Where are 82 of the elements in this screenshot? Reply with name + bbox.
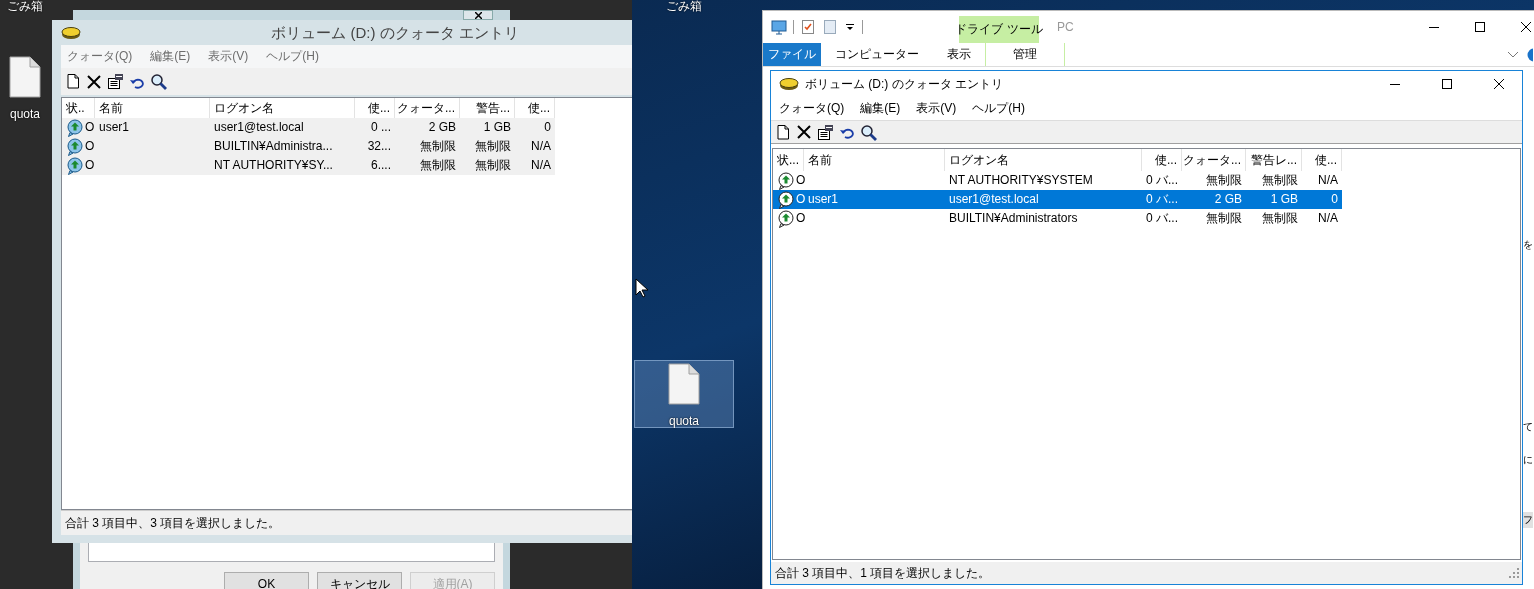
table-cell-text: 0	[1330, 191, 1339, 209]
table-row[interactable]: O user1 user1@test.local 0 ... 2 GB 1 GB 0	[62, 118, 555, 137]
menu-item[interactable]: ヘルプ(H)	[266, 49, 319, 64]
column-header[interactable]: クォータ...	[1182, 149, 1246, 171]
icon-label: ごみ箱	[7, 0, 43, 13]
menu-item[interactable]: 表示(V)	[916, 101, 957, 116]
menu-item[interactable]: クォータ(Q)	[67, 49, 133, 64]
menu-item[interactable]: 編集(E)	[860, 101, 901, 116]
table-cell: O	[796, 173, 806, 188]
ribbon-tab[interactable]: コンピューター	[821, 43, 933, 66]
column-header[interactable]: 警告レ...	[1246, 149, 1302, 171]
table-cell-text: 32...	[366, 138, 392, 156]
dialog-button[interactable]: OK	[224, 572, 309, 589]
table-cell-text: N/A	[1317, 210, 1339, 228]
table-cell-text: 無制限	[474, 157, 512, 175]
table-cell: O	[796, 211, 806, 226]
icon-label: quota	[10, 107, 40, 121]
table-row[interactable]: O NT AUTHORITY¥SY... 6.... 無制限 無制限 N/A	[62, 156, 555, 175]
table-cell-text: N/A	[1317, 172, 1339, 190]
menu-item[interactable]: 表示(V)	[208, 49, 249, 64]
table-cell-text: 0 バ...	[1145, 210, 1179, 228]
table-cell-text: user1@test.local	[213, 119, 305, 137]
desktop-item[interactable]: quota	[634, 360, 734, 428]
table-cell: O	[85, 139, 95, 154]
desktop-item[interactable]: quota	[0, 53, 50, 122]
side-text: に	[1523, 453, 1533, 467]
table-cell-text: 無制限	[419, 157, 457, 175]
ribbon-tab[interactable]: ファイル	[763, 43, 821, 66]
table-cell-text: 無制限	[1261, 172, 1299, 190]
table-cell: O	[796, 192, 806, 207]
table-cell-text: 無制限	[1261, 210, 1299, 228]
table-row[interactable]: O BUILTIN¥Administra... 32... 無制限 無制限 N/A	[62, 137, 555, 156]
table-cell-text: user1@test.local	[948, 191, 1040, 209]
table-cell-text: 無制限	[1205, 210, 1243, 228]
desktop-item[interactable]: ごみ箱	[662, 0, 706, 14]
table-cell-text: 0	[543, 119, 552, 137]
table-cell-text: user1	[807, 191, 840, 209]
ribbon-tab[interactable]: 管理	[985, 43, 1065, 66]
table-cell-text: NT AUTHORITY¥SYSTEM	[948, 172, 1094, 190]
dialog-button[interactable]: キャンセル	[317, 572, 402, 589]
table-cell-text: 無制限	[1205, 172, 1243, 190]
menu-item[interactable]: クォータ(Q)	[779, 101, 845, 116]
ribbon-tab[interactable]: 表示	[933, 43, 985, 66]
icon-label: ごみ箱	[666, 0, 702, 13]
table-row[interactable]: O user1 user1@test.local 0 バ... 2 GB 1 GB 0	[773, 190, 1342, 209]
table-cell-text: BUILTIN¥Administra...	[213, 138, 334, 156]
table-cell-text: NT AUTHORITY¥SY...	[213, 157, 334, 175]
table-cell-text: 無制限	[474, 138, 512, 156]
menu-item[interactable]: ヘルプ(H)	[972, 101, 1025, 116]
column-header[interactable]: 名前	[804, 149, 945, 171]
table-cell-text: 0 バ...	[1145, 172, 1179, 190]
window-title: PC	[1057, 19, 1074, 35]
menu-item[interactable]: 編集(E)	[150, 49, 191, 64]
side-text: フ	[1523, 512, 1533, 528]
window-title: ボリューム (D:) のクォータ エントリ	[270, 23, 520, 42]
table-row[interactable]: O BUILTIN¥Administrators 0 バ... 無制限 無制限 N/A	[773, 209, 1342, 228]
table-cell-text: N/A	[530, 157, 552, 175]
table-cell-text: N/A	[530, 138, 552, 156]
table-cell-text: 1 GB	[1269, 191, 1299, 209]
column-header[interactable]: ログオン名	[945, 149, 1142, 171]
window-title: ボリューム (D:) のクォータ エントリ	[805, 76, 1004, 92]
table-cell-text: 0 ...	[370, 119, 392, 137]
table-cell-text: 2 GB	[427, 119, 457, 137]
column-header[interactable]: 使...	[1142, 149, 1182, 171]
table-cell-text: 6....	[370, 157, 392, 175]
table-cell: O	[85, 158, 95, 173]
table-cell: O	[85, 120, 95, 135]
table-cell-text: 無制限	[419, 138, 457, 156]
side-text: を	[1523, 238, 1533, 252]
table-cell-text: user1	[98, 119, 131, 137]
status-text: 合計 3 項目中、1 項目を選択しました。	[775, 565, 991, 581]
desktop-item[interactable]: ごみ箱	[0, 0, 50, 14]
column-header[interactable]: 使...	[1302, 149, 1342, 171]
column-header[interactable]: 状...	[773, 149, 804, 171]
status-text: 合計 3 項目中、3 項目を選択しました。	[65, 515, 281, 531]
icon-label: quota	[669, 414, 699, 428]
table-cell-text: 0 バ...	[1145, 191, 1179, 209]
table-cell-text: 1 GB	[482, 119, 512, 137]
side-text: て	[1523, 420, 1533, 434]
table-cell-text: 2 GB	[1213, 191, 1243, 209]
table-row[interactable]: O NT AUTHORITY¥SYSTEM 0 バ... 無制限 無制限 N/A	[773, 171, 1342, 190]
table-cell-text: BUILTIN¥Administrators	[948, 210, 1079, 228]
